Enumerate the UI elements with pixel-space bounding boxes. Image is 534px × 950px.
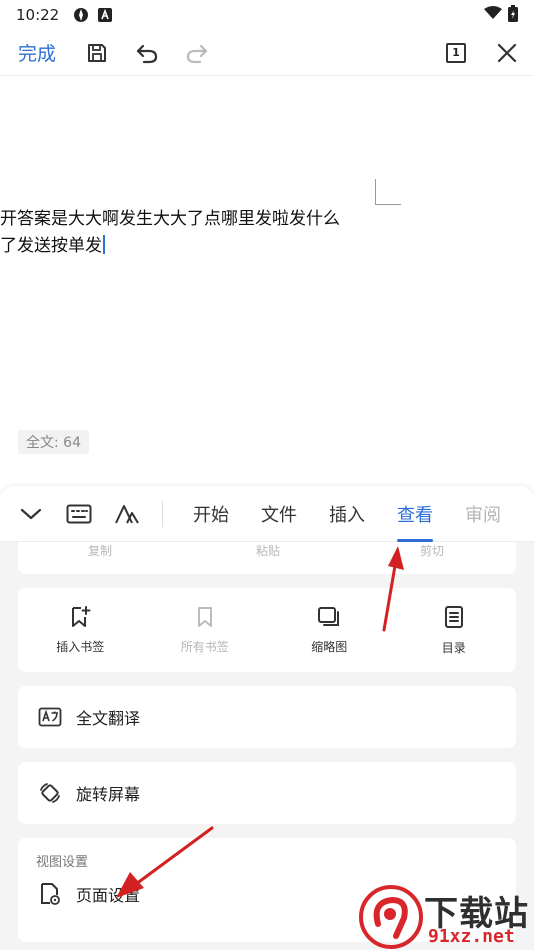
cut-button[interactable]: 剪切 (392, 542, 472, 559)
page-setup-row[interactable]: 页面设置 (38, 882, 140, 906)
grid-label: 缩略图 (311, 639, 348, 654)
paste-button[interactable]: 粘贴 (228, 542, 308, 559)
panel-tab-bar: 开始 文件 插入 查看 审阅 (0, 486, 534, 542)
rotate-screen-label: 旋转屏幕 (76, 785, 141, 804)
document-line: 开答案是大大啊发生大大了点哪里发啦发什么 (0, 209, 340, 229)
view-tools-grid: 插入书签 所有书签 缩略图 目录 (18, 588, 516, 672)
text-cursor (103, 235, 105, 254)
bookmark-add-icon (69, 605, 91, 632)
editor-toolbar: 完成 1 (0, 30, 534, 76)
tab-file[interactable]: 文件 (261, 486, 297, 542)
translate-icon (38, 705, 62, 729)
thumbnail-icon (317, 606, 341, 632)
redo-icon[interactable] (184, 40, 210, 66)
toolbar-right: 1 (446, 40, 520, 66)
grid-label: 目录 (441, 640, 466, 655)
watermark-logo-icon (359, 885, 423, 949)
document-canvas[interactable]: 开答案是大大啊发生大大了点哪里发啦发什么 了发送按单发 全文: 64 (0, 76, 534, 476)
tab-insert[interactable]: 插入 (329, 486, 365, 542)
status-right (484, 4, 518, 26)
page-number-button[interactable]: 1 (446, 42, 466, 63)
keyboard-icon[interactable] (66, 501, 92, 527)
rotate-screen-row[interactable]: 旋转屏幕 (18, 762, 516, 824)
save-icon[interactable] (84, 40, 110, 66)
toc-icon (443, 605, 465, 633)
page-setup-label: 页面设置 (76, 886, 141, 905)
tab-start[interactable]: 开始 (193, 486, 229, 542)
undo-icon[interactable] (134, 40, 160, 66)
status-bar: 10:22 (0, 0, 534, 30)
thumbnail-button[interactable]: 缩略图 (267, 588, 392, 672)
status-time: 10:22 (16, 6, 60, 24)
tab-divider (162, 500, 163, 527)
grid-label: 插入书签 (56, 639, 105, 654)
tab-review[interactable]: 审阅 (465, 486, 501, 542)
done-button[interactable]: 完成 (18, 39, 56, 66)
page-margin-marker (375, 179, 401, 205)
tab-view[interactable]: 查看 (397, 486, 433, 542)
watermark-site: 91xz.net (428, 926, 515, 947)
site-watermark: 下载站 91xz.net (358, 884, 534, 950)
tools-panel: 开始 文件 插入 查看 审阅 复制 粘贴 剪切 插入书签 所有书签 缩略图 目录… (0, 486, 534, 950)
grid-label: 所有书签 (180, 639, 229, 654)
collapse-chevron-icon[interactable] (18, 501, 44, 527)
copy-button[interactable]: 复制 (60, 542, 140, 559)
toc-button[interactable]: 目录 (392, 588, 517, 672)
clipboard-card: 复制 粘贴 剪切 (18, 542, 516, 574)
translate-label: 全文翻译 (76, 709, 141, 728)
battery-icon (508, 4, 518, 26)
document-line: 了发送按单发 (0, 236, 102, 256)
wifi-icon (484, 6, 502, 24)
rotate-screen-icon (38, 781, 62, 805)
bookmark-icon (194, 606, 216, 632)
text-style-icon[interactable] (114, 501, 140, 527)
aperture-icon (73, 7, 89, 23)
close-icon[interactable] (494, 40, 520, 66)
document-text[interactable]: 开答案是大大啊发生大大了点哪里发啦发什么 了发送按单发 (0, 206, 340, 260)
view-settings-title: 视图设置 (36, 855, 89, 870)
document-line-last: 了发送按单发 (0, 233, 340, 260)
translate-row[interactable]: 全文翻译 (18, 686, 516, 748)
all-bookmarks-button[interactable]: 所有书签 (143, 588, 268, 672)
insert-bookmark-button[interactable]: 插入书签 (18, 588, 143, 672)
page-setup-icon (38, 882, 62, 906)
word-count-badge: 全文: 64 (18, 430, 89, 454)
a-notification-icon (97, 7, 113, 23)
